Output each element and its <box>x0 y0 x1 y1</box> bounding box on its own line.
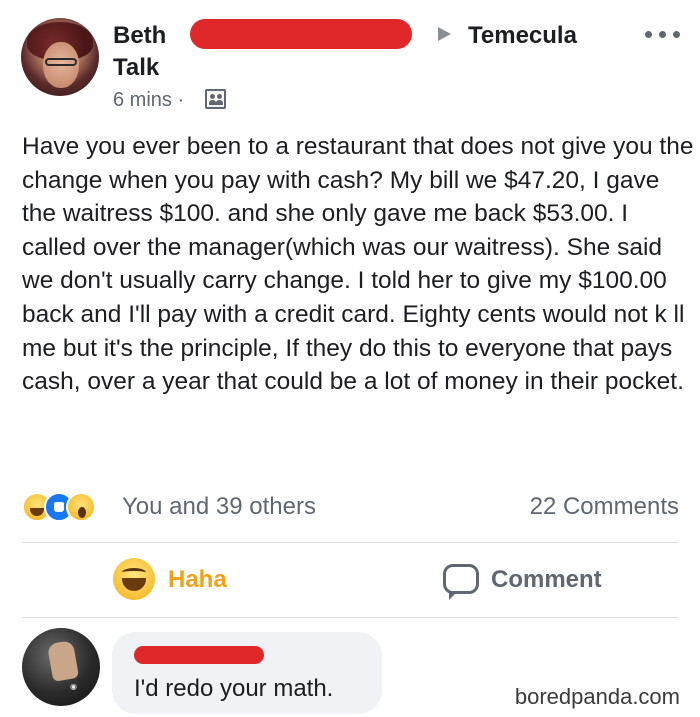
wow-icon <box>66 492 96 522</box>
author-name[interactable]: Beth Talk <box>113 20 193 84</box>
comments-count[interactable]: 22 Comments <box>530 492 679 522</box>
post-body: Have you ever been to a restaurant that … <box>22 133 694 396</box>
reaction-icons[interactable] <box>22 490 96 526</box>
divider <box>22 617 678 618</box>
haha-emoji-icon <box>113 558 155 600</box>
avatar-badge: ◉ <box>70 682 77 691</box>
divider <box>22 542 678 543</box>
haha-label: Haha <box>168 566 227 593</box>
comment-label: Comment <box>491 566 602 593</box>
watermark: boredpanda.com <box>514 684 680 709</box>
comment-bubble-icon <box>443 564 479 600</box>
reaction-summary[interactable]: You and 39 others <box>122 492 316 522</box>
avatar-hand <box>46 640 80 682</box>
author-avatar[interactable] <box>21 18 99 96</box>
more-options-icon[interactable] <box>643 24 683 44</box>
friends-audience-icon[interactable] <box>205 89 226 109</box>
play-arrow-icon <box>438 27 451 41</box>
commenter-avatar[interactable]: ◉ <box>22 628 100 706</box>
post-timestamp[interactable]: 6 mins · <box>113 87 184 113</box>
comment-bubble: I'd redo your math. <box>112 632 382 714</box>
commenter-name-redaction <box>134 646 264 664</box>
redaction-bar <box>190 19 412 49</box>
comment-text: I'd redo your math. <box>134 675 334 702</box>
location-name[interactable]: Temecula <box>468 20 577 52</box>
avatar-glasses <box>45 58 77 66</box>
